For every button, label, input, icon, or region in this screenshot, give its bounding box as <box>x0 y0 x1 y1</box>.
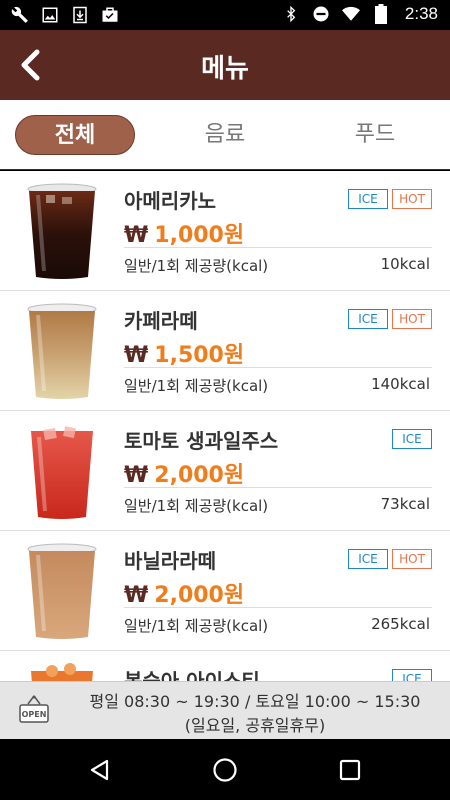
image-icon <box>40 5 60 25</box>
briefcase-check-icon <box>100 5 120 25</box>
price-value: 1,500원 <box>154 343 245 368</box>
vanilla-latte-thumbnail <box>27 543 97 639</box>
kcal-label: 일반/1회 제공량(kcal) <box>124 257 269 275</box>
hot-badge: HOT <box>392 309 432 329</box>
business-hours-bar: OPEN 평일 08:30 ~ 19:30 / 토요일 10:00 ~ 15:3… <box>0 681 450 739</box>
americano-thumbnail <box>27 183 97 279</box>
do-not-disturb-icon <box>311 4 331 24</box>
tab-all[interactable]: 전체 <box>15 115 135 155</box>
divider <box>124 367 432 368</box>
ice-badge: ICE <box>348 309 388 329</box>
temperature-badges: ICE HOT <box>348 549 432 569</box>
nav-back-button[interactable] <box>87 757 113 783</box>
price-value: 2,000원 <box>154 583 245 608</box>
back-triangle-icon <box>90 759 109 781</box>
open-sign-icon: OPEN <box>19 695 49 723</box>
bluetooth-icon <box>281 4 301 24</box>
ice-badge: ICE <box>392 669 432 681</box>
tomato-juice-thumbnail <box>31 426 93 519</box>
temperature-badges: ICE HOT <box>348 189 432 209</box>
nav-home-button[interactable] <box>212 757 238 783</box>
wrench-icon <box>10 5 30 25</box>
menu-item-vanilla-latte[interactable]: 바닐라라떼 ICE HOT ₩2,000원 일반/1회 제공량(kcal) 26… <box>0 531 450 651</box>
home-circle-icon <box>213 758 237 782</box>
hot-badge: HOT <box>392 549 432 569</box>
price-value: 2,000원 <box>154 463 245 488</box>
temperature-badges: ICE <box>392 669 432 681</box>
price-value: 1,000원 <box>154 223 245 248</box>
open-sign-text: OPEN <box>22 710 47 719</box>
hot-badge: HOT <box>392 189 432 209</box>
item-price: ₩2,000원 <box>124 457 244 489</box>
won-sign: ₩ <box>124 223 149 248</box>
cafe-latte-thumbnail <box>27 303 97 399</box>
ice-badge: ICE <box>348 549 388 569</box>
page-title: 메뉴 <box>201 54 249 84</box>
clock-time: 2:38 <box>404 4 438 23</box>
kcal-label: 일반/1회 제공량(kcal) <box>124 377 269 395</box>
item-name: 아메리카노 <box>124 189 216 213</box>
tab-food[interactable]: 푸드 <box>315 115 435 155</box>
download-icon <box>70 5 90 25</box>
item-name: 카페라떼 <box>124 309 198 333</box>
item-price: ₩1,000원 <box>124 217 244 249</box>
divider <box>124 607 432 608</box>
menu-item-tomato-juice[interactable]: 토마토 생과일주스 ICE ₩2,000원 일반/1회 제공량(kcal) 73… <box>0 411 450 531</box>
wifi-icon <box>341 4 361 24</box>
temperature-badges: ICE <box>392 429 432 449</box>
kcal-value: 265kcal <box>371 615 430 633</box>
peach-iced-tea-thumbnail <box>31 663 93 681</box>
divider <box>124 247 432 248</box>
ice-badge: ICE <box>348 189 388 209</box>
item-name: 바닐라라떼 <box>124 549 216 573</box>
weekday-hours: 평일 08:30 ~ 19:30 / 토요일 10:00 ~ 15:30 <box>89 692 421 711</box>
item-price: ₩2,000원 <box>124 577 244 609</box>
category-tabs: 전체 음료 푸드 <box>0 100 450 170</box>
kcal-label: 일반/1회 제공량(kcal) <box>124 497 269 515</box>
kcal-value: 73kcal <box>380 495 430 513</box>
app-header: 메뉴 <box>0 30 450 100</box>
menu-list[interactable]: 아메리카노 ICE HOT ₩1,000원 일반/1회 제공량(kcal) 10… <box>0 171 450 681</box>
item-name: 토마토 생과일주스 <box>124 429 279 453</box>
item-name: 복숭아 아이스티 <box>124 669 260 681</box>
divider <box>124 487 432 488</box>
won-sign: ₩ <box>124 463 149 488</box>
status-bar: 2:38 <box>0 0 450 30</box>
kcal-value: 140kcal <box>371 375 430 393</box>
menu-item-cafe-latte[interactable]: 카페라떼 ICE HOT ₩1,500원 일반/1회 제공량(kcal) 140… <box>0 291 450 411</box>
kcal-label: 일반/1회 제공량(kcal) <box>124 617 269 635</box>
won-sign: ₩ <box>124 583 149 608</box>
won-sign: ₩ <box>124 343 149 368</box>
ice-badge: ICE <box>392 429 432 449</box>
temperature-badges: ICE HOT <box>348 309 432 329</box>
tab-drinks[interactable]: 음료 <box>165 115 285 155</box>
nav-recents-button[interactable] <box>337 757 363 783</box>
recents-square-icon <box>339 759 361 781</box>
menu-item-americano[interactable]: 아메리카노 ICE HOT ₩1,000원 일반/1회 제공량(kcal) 10… <box>0 171 450 291</box>
item-price: ₩1,500원 <box>124 337 244 369</box>
battery-icon <box>371 4 391 24</box>
holiday-notice: (일요일, 공휴일휴무) <box>184 716 326 735</box>
menu-item-peach-iced-tea[interactable]: 복숭아 아이스티 ICE <box>0 651 450 681</box>
system-nav-bar <box>0 740 450 800</box>
kcal-value: 10kcal <box>380 255 430 273</box>
